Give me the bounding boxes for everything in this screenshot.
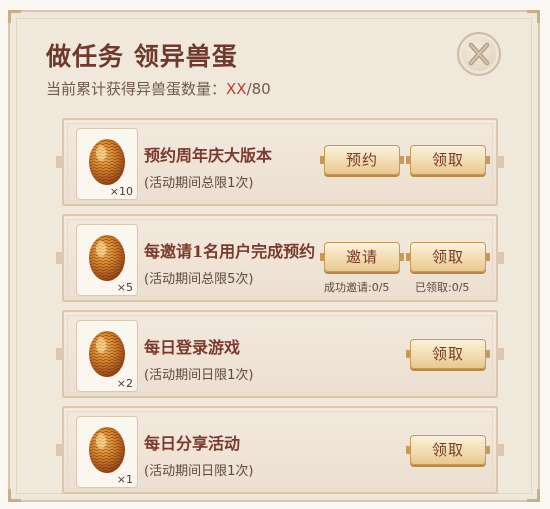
task-name: 每日登录游戏 — [144, 338, 241, 357]
golden-egg-icon — [85, 229, 129, 283]
reward-item: ×10 — [76, 128, 138, 200]
egg-progress-total: /80 — [246, 80, 271, 98]
golden-egg-icon — [85, 325, 129, 379]
row-ornament — [496, 348, 504, 360]
task-limit: (活动期间日限1次) — [144, 368, 254, 383]
reward-count: ×5 — [116, 281, 133, 294]
row-ornament — [56, 348, 64, 360]
reward-count: ×10 — [109, 185, 133, 198]
reward-item: ×5 — [76, 224, 138, 296]
golden-egg-icon — [85, 421, 129, 475]
claim-button[interactable]: 领取 — [406, 435, 490, 465]
corner-ornament — [8, 10, 21, 23]
task-name: 每邀请1名用户完成预约 — [144, 242, 316, 261]
reserve-button[interactable]: 预约 — [320, 145, 404, 175]
reward-item: ×1 — [76, 416, 138, 488]
task-limit: (活动期间总限5次) — [144, 272, 254, 287]
task-row-daily-login: ×2 每日登录游戏 (活动期间日限1次) 领取 — [56, 310, 504, 398]
row-ornament — [56, 252, 64, 264]
task-name: 预约周年庆大版本 — [144, 146, 273, 165]
reward-count: ×2 — [116, 377, 133, 390]
invite-progress: 成功邀请:0/5 — [324, 281, 390, 294]
corner-ornament — [8, 489, 21, 502]
egg-progress: 当前累计获得异兽蛋数量：XX/80 — [46, 78, 271, 99]
egg-progress-label: 当前累计获得异兽蛋数量： — [46, 80, 227, 98]
reward-count: ×1 — [116, 473, 133, 486]
corner-ornament — [527, 10, 540, 23]
task-row-daily-share: ×1 每日分享活动 (活动期间日限1次) 领取 — [56, 406, 504, 494]
page-title: 做任务 领异兽蛋 — [46, 42, 238, 71]
task-limit: (活动期间总限1次) — [144, 176, 254, 191]
row-ornament — [496, 444, 504, 456]
egg-progress-current: XX — [226, 80, 247, 98]
close-button[interactable] — [457, 32, 501, 76]
row-ornament — [496, 156, 504, 168]
task-row-invite: ×5 每邀请1名用户完成预约 (活动期间总限5次) 邀请 领取 成功邀请:0/5… — [56, 214, 504, 302]
claim-button[interactable]: 领取 — [406, 242, 490, 272]
claim-button[interactable]: 领取 — [406, 145, 490, 175]
invite-button[interactable]: 邀请 — [320, 242, 404, 272]
golden-egg-icon — [85, 133, 129, 187]
task-limit: (活动期间日限1次) — [144, 464, 254, 479]
row-ornament — [56, 156, 64, 168]
task-name: 每日分享活动 — [144, 434, 241, 453]
claim-button[interactable]: 领取 — [406, 339, 490, 369]
reward-item: ×2 — [76, 320, 138, 392]
claimed-progress: 已领取:0/5 — [415, 281, 470, 294]
task-row-reserve: ×10 预约周年庆大版本 (活动期间总限1次) 预约 领取 — [56, 118, 504, 206]
row-ornament — [496, 252, 504, 264]
corner-ornament — [527, 489, 540, 502]
close-x-icon — [468, 42, 490, 66]
row-ornament — [56, 444, 64, 456]
